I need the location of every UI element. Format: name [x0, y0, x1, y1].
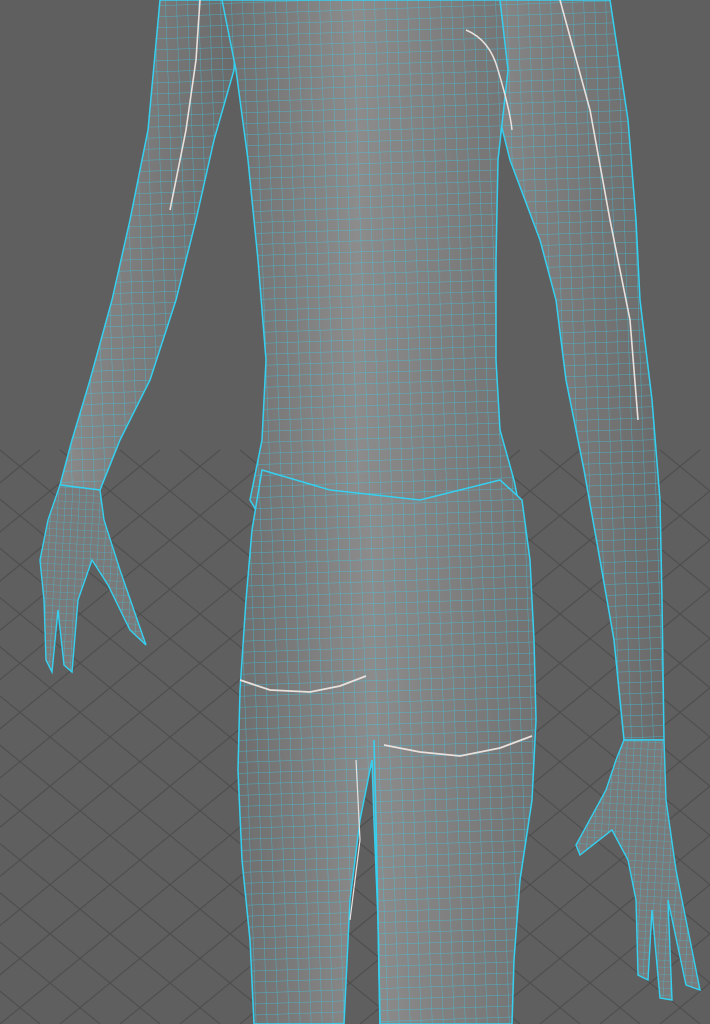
- 3d-viewport[interactable]: [0, 0, 710, 1024]
- grid-line: [0, 990, 41, 1024]
- grid-line: [0, 449, 41, 484]
- grid-line: [0, 449, 281, 681]
- character-body-mesh[interactable]: [39, 0, 701, 1024]
- viewport-canvas[interactable]: [0, 0, 710, 1024]
- legs-mesh[interactable]: [237, 469, 537, 1024]
- torso-mesh[interactable]: [221, 0, 523, 551]
- grid-line: [0, 793, 281, 1024]
